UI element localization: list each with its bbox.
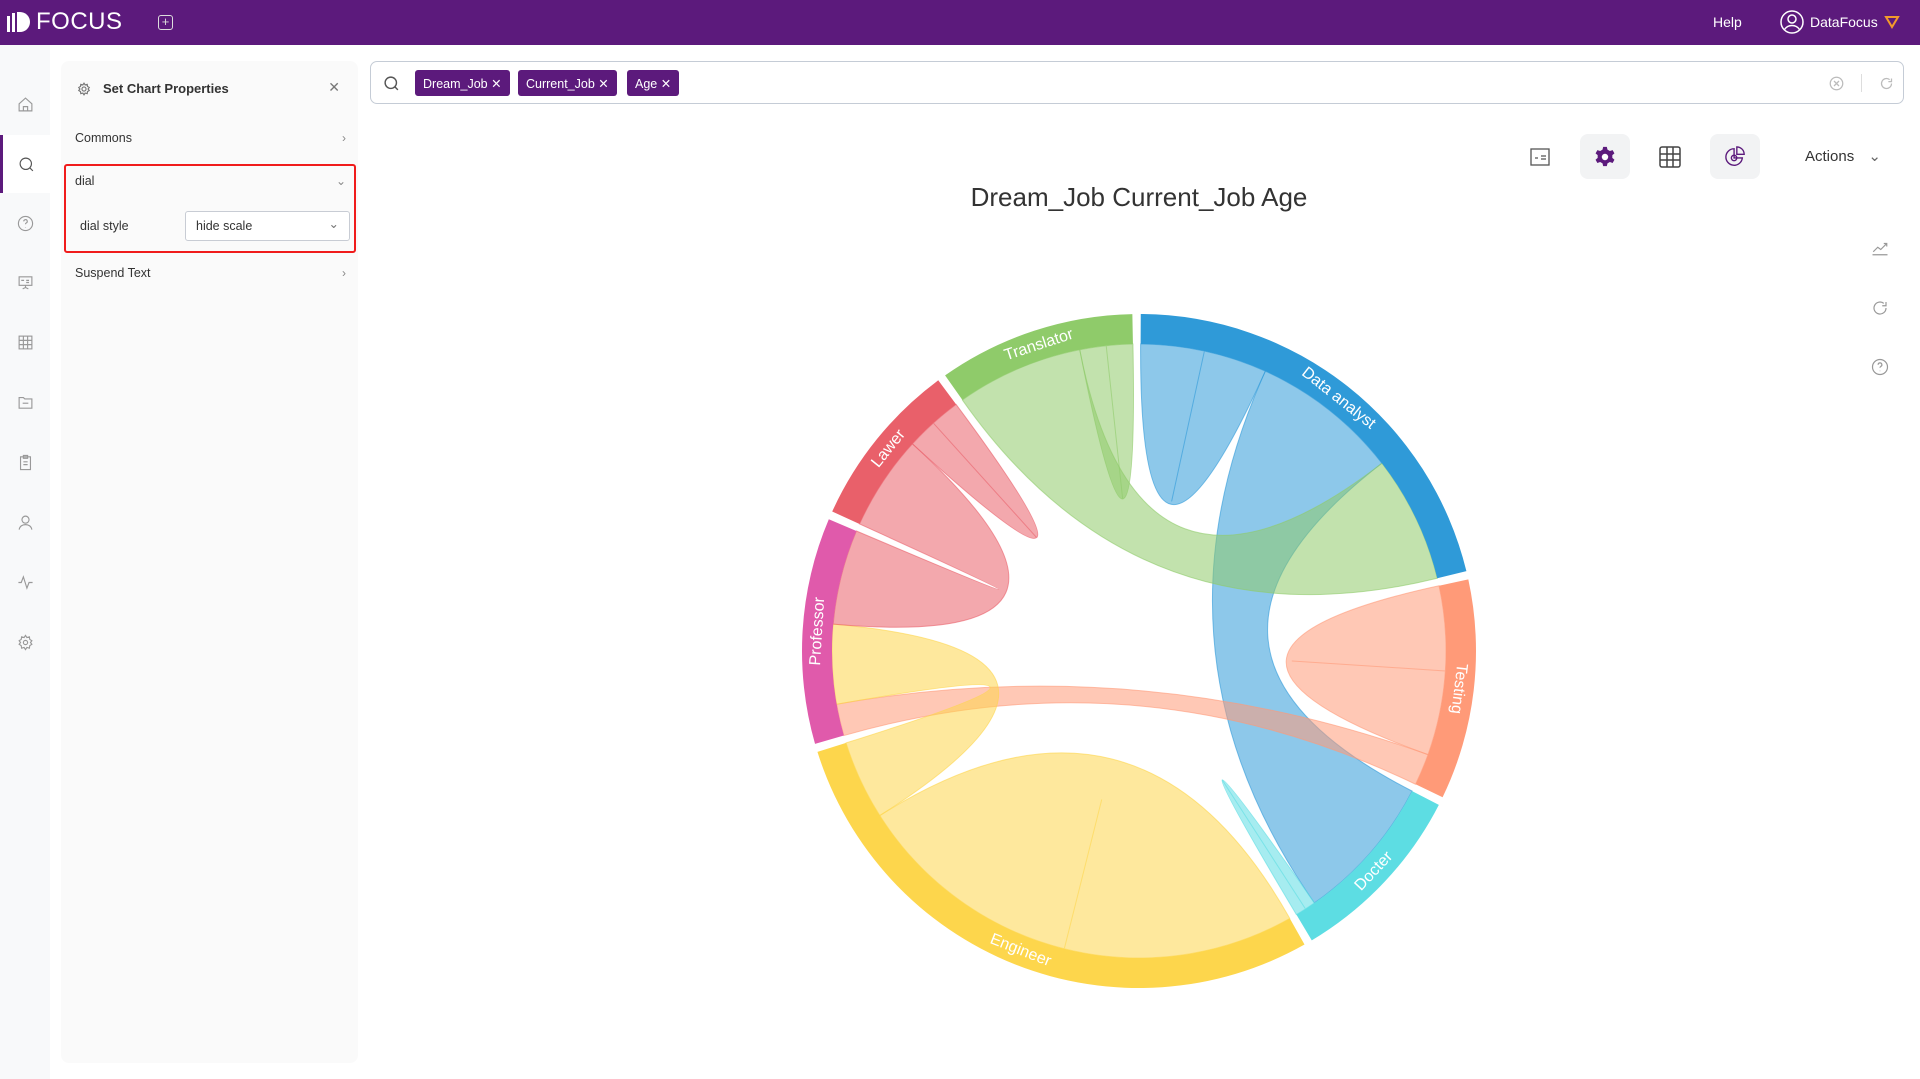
chart-type-button[interactable] — [1710, 134, 1760, 179]
chord-ribbon — [911, 403, 1039, 539]
nav-item-table[interactable] — [0, 313, 50, 371]
chord-ribbon — [1285, 585, 1447, 756]
refresh-icon[interactable] — [1879, 76, 1894, 91]
chart-title: Dream_Job Current_Job Age — [970, 182, 1308, 212]
search-icon — [19, 157, 34, 171]
section-commons-label: Commons — [75, 131, 132, 145]
trend-icon[interactable] — [1871, 239, 1889, 257]
table-icon — [18, 335, 32, 349]
formula-button[interactable] — [1515, 134, 1565, 179]
chord-label: Docter — [1352, 848, 1397, 894]
panel-title: Set Chart Properties — [103, 81, 229, 96]
table-icon — [1659, 145, 1681, 168]
chevron-right-icon: › — [342, 266, 346, 280]
chevron-down-icon: ⌄ — [328, 217, 339, 231]
chord-arc-engineer[interactable] — [817, 742, 1305, 988]
gear-icon — [77, 82, 91, 96]
dial-style-value: hide scale — [196, 219, 253, 233]
actions-menu[interactable]: Actions ⌄ — [1805, 147, 1881, 165]
pulse-icon — [17, 574, 33, 590]
chord-arc-data-analyst[interactable] — [1140, 314, 1467, 579]
divider — [1861, 74, 1862, 92]
section-suspend-text[interactable]: Suspend Text › — [75, 266, 358, 280]
search-bar[interactable]: Dream_Job ✕ Current_Job ✕ Age ✕ — [370, 61, 1904, 104]
chord-label: Lawer — [868, 426, 909, 471]
user-menu[interactable]: DataFocus — [1780, 10, 1900, 34]
chord-label: Professor — [807, 596, 828, 666]
chord-arc-testing[interactable] — [1415, 579, 1476, 798]
nav-item-user[interactable] — [0, 493, 50, 551]
remove-chip-icon[interactable]: ✕ — [661, 77, 671, 91]
chord-arc-docter[interactable] — [1296, 791, 1439, 941]
chord-ribbon — [1212, 370, 1413, 904]
clipboard-icon — [19, 454, 31, 470]
chord-arc-lawer[interactable] — [832, 380, 957, 524]
search-chip[interactable]: Current_Job ✕ — [518, 70, 617, 96]
remove-chip-icon[interactable]: ✕ — [491, 77, 501, 91]
chord-label: Data analyst — [1298, 364, 1379, 433]
chord-ribbon — [831, 623, 1000, 817]
remove-chip-icon[interactable]: ✕ — [598, 77, 608, 91]
chord-arc-professor[interactable] — [802, 519, 857, 744]
chord-ribbon — [832, 443, 1010, 628]
nav-item-presentation[interactable] — [0, 253, 50, 311]
pie-chart-icon — [1725, 145, 1745, 166]
table-view-button[interactable] — [1645, 134, 1695, 179]
chord-ribbon — [879, 752, 1291, 959]
diamond-icon — [1883, 16, 1900, 29]
nav-item-folder[interactable] — [0, 373, 50, 431]
home-icon — [18, 96, 32, 111]
user-circle-icon — [1780, 10, 1804, 34]
section-suspend-label: Suspend Text — [75, 266, 151, 280]
user-icon — [18, 515, 32, 530]
chevron-down-icon: ⌄ — [1868, 148, 1881, 165]
chord-arc-translator[interactable] — [945, 314, 1133, 400]
chord-label: Testing — [1447, 663, 1470, 715]
chart-settings-button[interactable] — [1580, 134, 1630, 179]
gear-icon — [1595, 146, 1615, 166]
help-link[interactable]: Help — [1713, 14, 1742, 30]
nav-item-home[interactable] — [0, 75, 50, 133]
nav-item-pulse[interactable] — [0, 553, 50, 611]
logo[interactable]: FOCUS — [6, 8, 123, 36]
dial-style-label: dial style — [80, 219, 129, 233]
refresh-icon[interactable] — [1871, 299, 1889, 317]
nav-item-clipboard[interactable] — [0, 433, 50, 491]
chord-ribbon — [1221, 779, 1316, 916]
new-tab-button[interactable]: + — [158, 15, 173, 30]
chip-label: Current_Job — [526, 77, 595, 91]
chord-ribbon — [961, 349, 1438, 596]
settings-icon — [17, 633, 33, 651]
chord-ribbon — [836, 685, 1429, 785]
focus-logo-icon — [7, 12, 30, 32]
chevron-right-icon: › — [342, 131, 346, 145]
search-chip[interactable]: Age ✕ — [627, 70, 680, 96]
close-icon[interactable]: ✕ — [328, 79, 340, 96]
folder-icon — [18, 396, 32, 409]
search-chip[interactable]: Dream_Job ✕ — [415, 70, 510, 96]
chord-ribbon — [1140, 343, 1266, 505]
chord-label: Translator — [1002, 326, 1076, 365]
help-icon[interactable] — [1871, 358, 1889, 376]
formula-icon — [1530, 147, 1550, 166]
presentation-icon — [18, 275, 32, 289]
chord-ribbon — [1079, 343, 1135, 500]
section-commons[interactable]: Commons › — [75, 131, 358, 145]
nav-item-settings[interactable] — [0, 613, 50, 671]
dial-style-select[interactable]: hide scale ⌄ — [185, 211, 350, 241]
top-bar: FOCUS + Help DataFocus — [0, 0, 1920, 45]
chip-label: Dream_Job — [423, 77, 488, 91]
search-icon — [384, 76, 399, 91]
user-name: DataFocus — [1810, 14, 1878, 30]
chord-label: Engineer — [988, 931, 1054, 971]
logo-text: FOCUS — [36, 8, 123, 35]
actions-label: Actions — [1805, 148, 1855, 165]
chip-label: Age — [635, 77, 658, 91]
help-icon — [17, 215, 33, 231]
clear-icon[interactable] — [1829, 76, 1844, 91]
